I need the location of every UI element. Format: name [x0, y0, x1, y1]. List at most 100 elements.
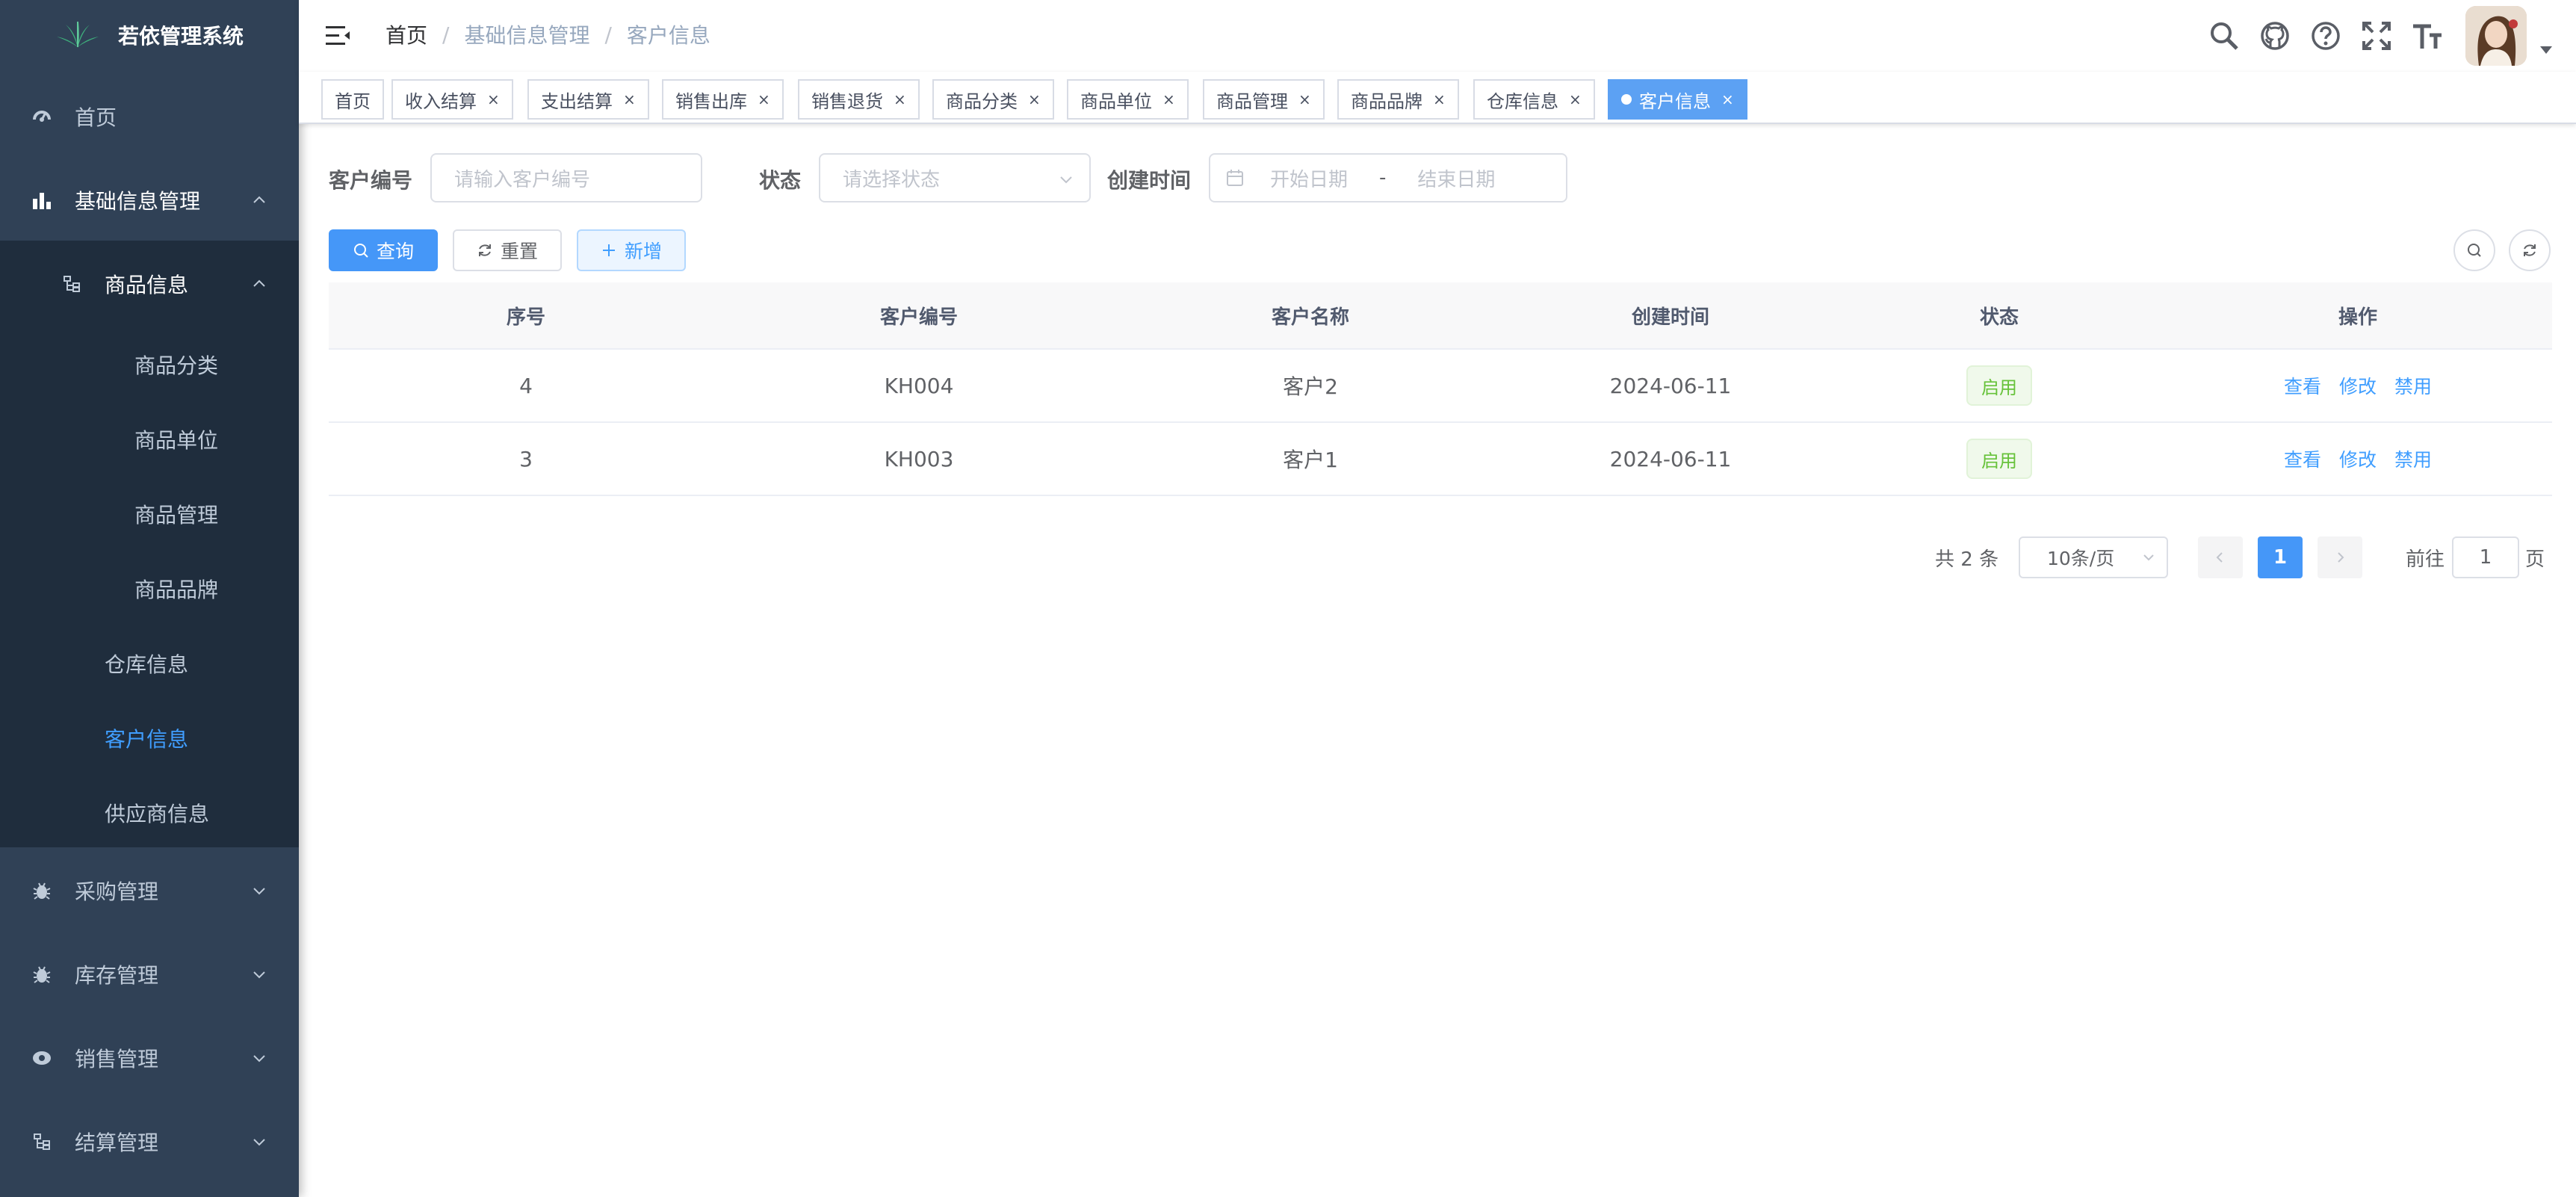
tag-product-brand[interactable]: 商品品牌 × [1337, 79, 1459, 120]
end-date-placeholder[interactable]: 结束日期 [1417, 164, 1495, 192]
close-icon[interactable]: × [1298, 90, 1311, 108]
cell-name: 客户2 [1283, 374, 1338, 399]
sidebar-item-supplier[interactable]: 供应商信息 [0, 789, 299, 837]
logo-icon [57, 21, 99, 48]
tag-label: 销售退货 [811, 90, 883, 112]
tag-customer[interactable]: 客户信息 × [1608, 79, 1747, 120]
sidebar-item-label: 采购管理 [75, 879, 159, 904]
cell-created: 2024-06-11 [1609, 446, 1732, 471]
edit-link[interactable]: 修改 [2339, 445, 2377, 472]
reset-button[interactable]: 重置 [453, 229, 562, 271]
sidebar-item-label: 结算管理 [75, 1130, 159, 1155]
sidebar-item-product-category[interactable]: 商品分类 [0, 341, 299, 389]
sidebar-item-warehouse[interactable]: 仓库信息 [0, 640, 299, 687]
tag-sales-return[interactable]: 销售退货 × [798, 79, 920, 120]
sidebar-item-inventory[interactable]: 库存管理 [0, 950, 299, 998]
search-button[interactable]: 查询 [329, 229, 438, 271]
sidebar-item-purchase[interactable]: 采购管理 [0, 867, 299, 915]
tag-product-category[interactable]: 商品分类 × [932, 79, 1054, 120]
sidebar-item-settlement[interactable]: 结算管理 [0, 1118, 299, 1166]
view-link[interactable]: 查看 [2284, 445, 2321, 472]
font-size-icon[interactable] [2412, 20, 2443, 52]
cell-created: 2024-06-11 [1609, 373, 1732, 398]
sidebar-item-label: 商品单位 [134, 428, 219, 453]
sidebar-item-basic-info[interactable]: 基础信息管理 [0, 176, 299, 224]
sidebar-logo[interactable]: 若依管理系统 [0, 0, 299, 70]
view-link[interactable]: 查看 [2284, 372, 2321, 399]
close-icon[interactable]: × [1162, 90, 1175, 108]
edit-link[interactable]: 修改 [2339, 372, 2377, 399]
add-button[interactable]: 新增 [577, 229, 686, 271]
search-icon [353, 244, 368, 258]
search-button-label: 查询 [376, 241, 414, 262]
status-label: 状态 [759, 168, 802, 193]
page-size-select[interactable]: 10条/页 [2019, 536, 2168, 578]
tag-label: 收入结算 [405, 90, 477, 112]
table-row: 4 KH004 客户2 2024-06-11 启用 查看 修改 禁用 [329, 350, 2552, 423]
breadcrumb-home[interactable]: 首页 [386, 19, 427, 49]
tags-view: 首页 收入结算 × 支出结算 × 销售出库 × 销售退货 × 商品分类 × 商品单位 × 商… [299, 72, 2576, 124]
avatar[interactable] [2465, 6, 2527, 66]
eye-icon [30, 1046, 54, 1070]
sidebar-item-product-brand[interactable]: 商品品牌 [0, 565, 299, 613]
github-icon[interactable] [2259, 20, 2291, 52]
next-page-button[interactable] [2318, 536, 2362, 578]
page-number-button[interactable]: 1 [2258, 536, 2303, 578]
chevron-up-icon [253, 196, 265, 203]
cell-index: 3 [519, 446, 533, 471]
active-dot-icon [1621, 94, 1632, 105]
tag-sales-outbound[interactable]: 销售出库 × [662, 79, 784, 120]
tag-expense-settlement[interactable]: 支出结算 × [527, 79, 649, 120]
table-header: 序号 客户编号 客户名称 创建时间 状态 操作 [329, 282, 2552, 350]
pagination-total: 共 2 条 [1935, 548, 1999, 571]
tag-product-manage[interactable]: 商品管理 × [1203, 79, 1325, 120]
hamburger-icon[interactable] [324, 22, 351, 49]
tag-warehouse[interactable]: 仓库信息 × [1473, 79, 1595, 120]
breadcrumb-separator: / [604, 22, 612, 47]
customer-code-input[interactable]: 请输入客户编号 [430, 153, 702, 202]
date-range-separator: - [1379, 167, 1387, 189]
tag-home[interactable]: 首页 [321, 79, 384, 120]
disable-link[interactable]: 禁用 [2394, 445, 2432, 472]
goto-page-input[interactable]: 1 [2452, 536, 2519, 578]
caret-down-icon[interactable] [2540, 46, 2552, 54]
help-icon[interactable] [2310, 20, 2341, 52]
refresh-button[interactable] [2509, 229, 2551, 271]
close-icon[interactable]: × [1433, 90, 1446, 108]
toggle-search-button[interactable] [2453, 229, 2495, 271]
close-icon[interactable]: × [1569, 90, 1582, 108]
close-icon[interactable]: × [623, 90, 636, 108]
tag-label: 客户信息 [1639, 90, 1711, 112]
prev-page-button[interactable] [2198, 536, 2243, 578]
tag-label: 商品品牌 [1351, 90, 1422, 112]
sidebar-item-product-manage[interactable]: 商品管理 [0, 490, 299, 538]
bug-icon [30, 879, 54, 903]
close-icon[interactable]: × [758, 90, 770, 108]
sidebar: 若依管理系统 首页 基础信息管理 商品信息 商品分类 商品单位 商品管理 商品品… [0, 0, 299, 1197]
fullscreen-icon[interactable] [2361, 20, 2392, 52]
sidebar-item-product-unit[interactable]: 商品单位 [0, 415, 299, 463]
sidebar-item-sales[interactable]: 销售管理 [0, 1034, 299, 1082]
chevron-down-icon [2143, 554, 2154, 561]
close-icon[interactable]: × [487, 90, 500, 108]
date-range-picker[interactable]: 开始日期 - 结束日期 [1209, 153, 1567, 202]
close-icon[interactable]: × [894, 90, 906, 108]
status-select[interactable]: 请选择状态 [819, 153, 1091, 202]
app-title: 若依管理系统 [118, 24, 244, 49]
created-time-label: 创建时间 [1107, 168, 1192, 193]
header-code: 客户编号 [879, 306, 958, 329]
sidebar-item-label: 销售管理 [75, 1047, 159, 1071]
tag-income-settlement[interactable]: 收入结算 × [391, 79, 513, 120]
search-icon[interactable] [2208, 20, 2240, 52]
start-date-placeholder[interactable]: 开始日期 [1270, 164, 1348, 192]
sidebar-item-home[interactable]: 首页 [0, 93, 299, 140]
disable-link[interactable]: 禁用 [2394, 372, 2432, 399]
tag-product-unit[interactable]: 商品单位 × [1067, 79, 1189, 120]
sidebar-item-product-info[interactable]: 商品信息 [0, 260, 299, 308]
cell-actions: 查看 修改 禁用 [2164, 423, 2552, 495]
header-name: 客户名称 [1271, 306, 1349, 329]
close-icon[interactable]: × [1721, 90, 1734, 108]
sidebar-item-customer[interactable]: 客户信息 [0, 714, 299, 762]
sidebar-item-label: 商品信息 [105, 273, 189, 297]
close-icon[interactable]: × [1028, 90, 1041, 108]
